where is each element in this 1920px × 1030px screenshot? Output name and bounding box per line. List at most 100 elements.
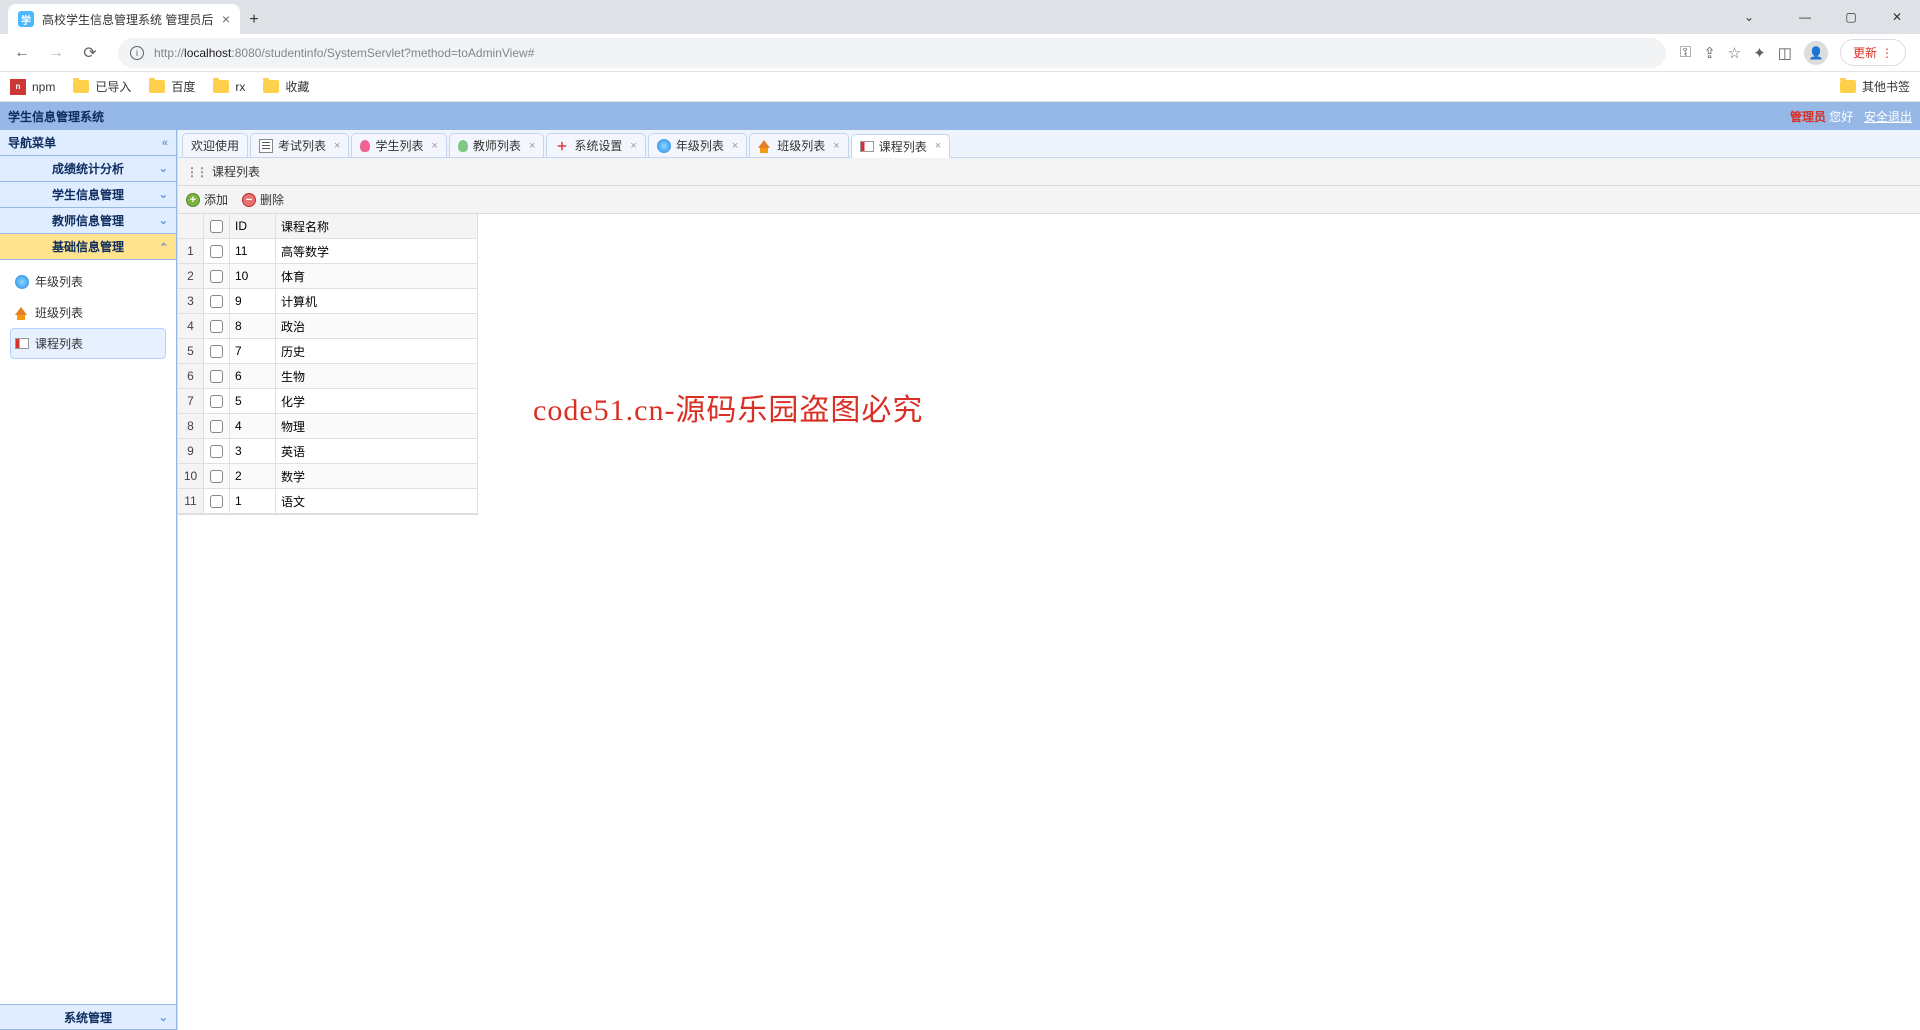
profile-avatar[interactable]: 👤 xyxy=(1804,41,1828,65)
row-checkbox-cell xyxy=(204,314,230,338)
tab-close-icon[interactable]: × xyxy=(833,140,839,152)
sidebar-item-teacher[interactable]: 教师信息管理⌄ xyxy=(0,208,176,234)
new-tab-button[interactable]: + xyxy=(240,6,268,34)
col-name-header[interactable]: 课程名称 xyxy=(276,214,478,238)
url-text: http://localhost:8080/studentinfo/System… xyxy=(154,46,534,60)
row-number: 5 xyxy=(178,339,204,363)
collapse-sidebar-icon[interactable]: « xyxy=(162,137,168,149)
table-row[interactable]: 111高等数学 xyxy=(178,239,478,264)
sidebar-item-student[interactable]: 学生信息管理⌄ xyxy=(0,182,176,208)
row-checkbox[interactable] xyxy=(210,445,223,458)
minimize-button[interactable]: — xyxy=(1782,0,1828,34)
table-row[interactable]: 93英语 xyxy=(178,439,478,464)
checkbox-all[interactable] xyxy=(210,220,223,233)
table-row[interactable]: 84物理 xyxy=(178,414,478,439)
site-info-icon[interactable]: i xyxy=(130,46,144,60)
password-icon[interactable]: ⚿ xyxy=(1680,44,1691,61)
tab-close-icon[interactable]: × xyxy=(935,140,941,152)
bookmark-label: 其他书签 xyxy=(1862,78,1910,95)
share-icon[interactable]: ⇪ xyxy=(1703,44,1716,62)
table-row[interactable]: 48政治 xyxy=(178,314,478,339)
tab-close-icon[interactable]: × xyxy=(431,140,437,152)
cell-id: 3 xyxy=(230,439,276,463)
bookmark-rx[interactable]: rx xyxy=(213,80,245,94)
tab-close-icon[interactable]: × xyxy=(630,140,636,152)
tab-close-icon[interactable]: × xyxy=(334,140,340,152)
bookmark-npm[interactable]: nnpm xyxy=(10,79,55,95)
tab-close-icon[interactable]: × xyxy=(222,11,230,27)
tab-welcome[interactable]: 欢迎使用 xyxy=(182,133,248,157)
sidebar-item-score[interactable]: 成绩统计分析⌄ xyxy=(0,156,176,182)
table-row[interactable]: 102数学 xyxy=(178,464,478,489)
update-button[interactable]: 更新 ⋮ xyxy=(1840,39,1906,66)
tab-system[interactable]: 系统设置× xyxy=(546,133,645,157)
row-checkbox[interactable] xyxy=(210,395,223,408)
tab-label: 学生列表 xyxy=(375,137,423,154)
close-window-button[interactable]: ✕ xyxy=(1874,0,1920,34)
table-row[interactable]: 210体育 xyxy=(178,264,478,289)
row-number: 10 xyxy=(178,464,204,488)
col-rownum xyxy=(178,214,204,238)
table-row[interactable]: 39计算机 xyxy=(178,289,478,314)
tab-exam[interactable]: 考试列表× xyxy=(250,133,349,157)
row-checkbox[interactable] xyxy=(210,295,223,308)
maximize-button[interactable]: ▢ xyxy=(1828,0,1874,34)
col-id-header[interactable]: ID xyxy=(230,214,276,238)
bookmark-star-icon[interactable]: ☆ xyxy=(1728,44,1741,62)
table-row[interactable]: 57历史 xyxy=(178,339,478,364)
row-checkbox[interactable] xyxy=(210,270,223,283)
row-number: 6 xyxy=(178,364,204,388)
bookmark-fav[interactable]: 收藏 xyxy=(263,78,309,95)
cell-name: 计算机 xyxy=(276,289,478,313)
grid-toolbar: +添加 −删除 xyxy=(178,186,1920,214)
tab-grade[interactable]: 年级列表× xyxy=(648,133,747,157)
row-checkbox[interactable] xyxy=(210,495,223,508)
extensions-icon[interactable]: ✦ xyxy=(1753,44,1766,62)
book-icon xyxy=(15,338,29,349)
row-checkbox[interactable] xyxy=(210,420,223,433)
row-checkbox[interactable] xyxy=(210,345,223,358)
table-row[interactable]: 66生物 xyxy=(178,364,478,389)
bookmark-other[interactable]: 其他书签 xyxy=(1840,78,1910,95)
row-checkbox[interactable] xyxy=(210,370,223,383)
tab-close-icon[interactable]: × xyxy=(732,140,738,152)
tabs-menu-icon[interactable]: ⌄ xyxy=(1726,0,1772,34)
cell-id: 8 xyxy=(230,314,276,338)
sidepanel-icon[interactable]: ◫ xyxy=(1778,44,1792,62)
reload-button[interactable]: ⟳ xyxy=(76,39,104,67)
table-row[interactable]: 75化学 xyxy=(178,389,478,414)
bookmark-label: npm xyxy=(32,80,55,94)
address-bar[interactable]: i http://localhost:8080/studentinfo/Syst… xyxy=(118,38,1666,68)
table-row[interactable]: 111语文 xyxy=(178,489,478,514)
row-checkbox-cell xyxy=(204,239,230,263)
subitem-label: 班级列表 xyxy=(35,304,83,321)
cell-id: 9 xyxy=(230,289,276,313)
tab-student[interactable]: 学生列表 × xyxy=(351,133,446,157)
row-checkbox[interactable] xyxy=(210,320,223,333)
browser-tab[interactable]: 学 高校学生信息管理系统 管理员后 × xyxy=(8,4,240,34)
forward-button[interactable]: → xyxy=(42,39,70,67)
row-checkbox-cell xyxy=(204,339,230,363)
sidebar: 导航菜单 « 成绩统计分析⌄ 学生信息管理⌄ 教师信息管理⌄ 基础信息管理⌄ 年… xyxy=(0,130,177,1030)
tab-teacher[interactable]: 教师列表× xyxy=(449,133,544,157)
back-button[interactable]: ← xyxy=(8,39,36,67)
add-button[interactable]: +添加 xyxy=(186,191,228,208)
house-icon xyxy=(758,140,770,148)
logout-link[interactable]: 安全退出 xyxy=(1864,110,1912,124)
subitem-grade[interactable]: 年级列表 xyxy=(10,266,166,297)
row-checkbox[interactable] xyxy=(210,470,223,483)
sidebar-item-basic[interactable]: 基础信息管理⌄ xyxy=(0,234,176,260)
tab-close-icon[interactable]: × xyxy=(529,140,535,152)
bookmark-baidu[interactable]: 百度 xyxy=(149,78,195,95)
delete-button[interactable]: −删除 xyxy=(242,191,284,208)
sidebar-item-system[interactable]: 系统管理⌄ xyxy=(0,1004,176,1030)
subitem-class[interactable]: 班级列表 xyxy=(10,297,166,328)
row-checkbox[interactable] xyxy=(210,245,223,258)
minus-icon: − xyxy=(242,193,256,207)
tab-class[interactable]: 班级列表× xyxy=(749,133,848,157)
subitem-course[interactable]: 课程列表 xyxy=(10,328,166,359)
tab-course[interactable]: 课程列表× xyxy=(851,134,950,158)
bookmark-imported[interactable]: 已导入 xyxy=(73,78,131,95)
tab-label: 欢迎使用 xyxy=(191,137,239,154)
person-icon xyxy=(458,140,468,152)
